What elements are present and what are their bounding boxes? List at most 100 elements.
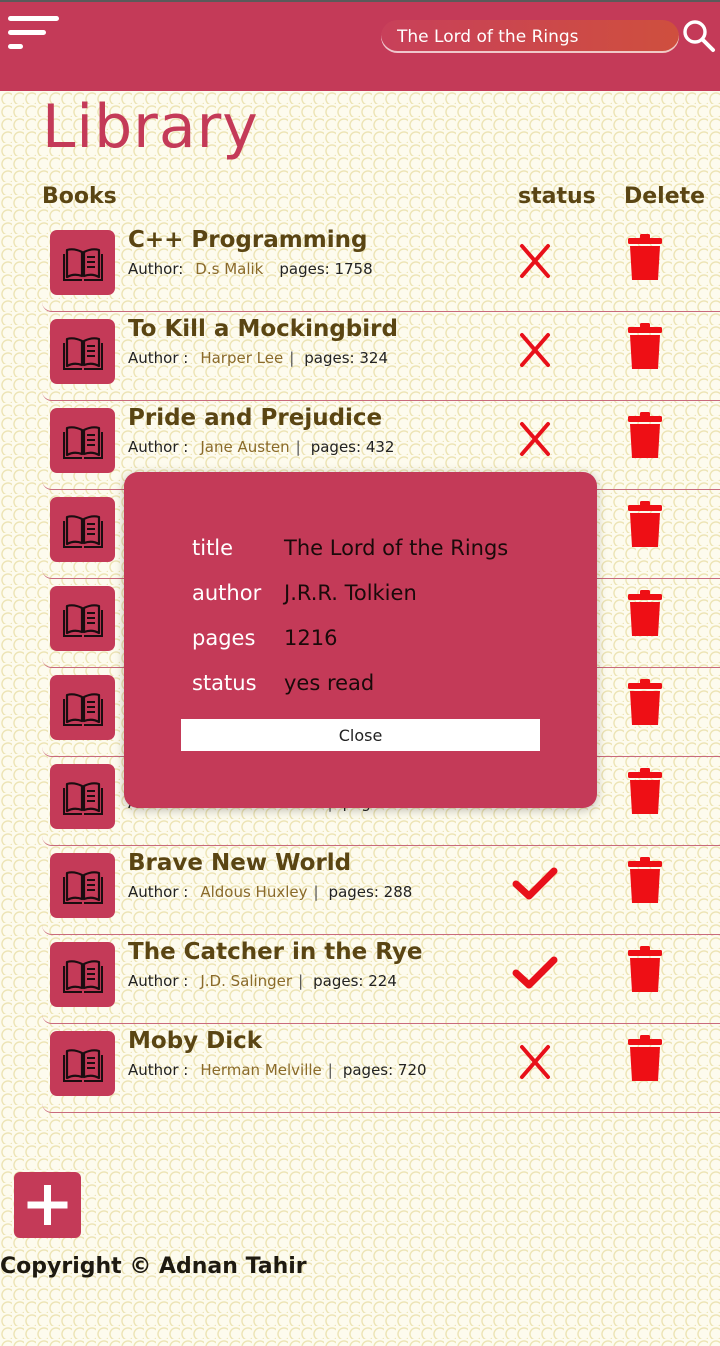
book-icon[interactable]: [50, 764, 115, 829]
book-row: To Kill a Mockingbird Author : Harper Lee |…: [42, 313, 720, 401]
modal-author-value: J.R.R. Tolkien: [284, 581, 417, 605]
book-meta: Author: D.s Malik pages: 1758: [128, 260, 373, 278]
delete-button[interactable]: [628, 679, 662, 725]
search-icon[interactable]: [682, 19, 716, 53]
book-title: C++ Programming: [128, 227, 368, 253]
delete-button[interactable]: [628, 768, 662, 814]
book-icon[interactable]: [50, 497, 115, 562]
delete-button[interactable]: [628, 412, 662, 458]
book-icon[interactable]: [50, 586, 115, 651]
open-book-icon: [63, 515, 103, 548]
book-row: The Catcher in the Rye Author : J.D. Salin…: [42, 936, 720, 1024]
trash-icon: [628, 501, 662, 547]
trash-icon: [628, 323, 662, 369]
plus-icon: [27, 1185, 68, 1225]
delete-button[interactable]: [628, 1035, 662, 1081]
author-label: Author:: [128, 260, 184, 278]
unread-status-toggle[interactable]: [512, 330, 558, 370]
delete-column-header: Delete: [624, 184, 706, 209]
cross-icon: [520, 244, 550, 278]
trash-icon: [628, 412, 662, 458]
unread-status-toggle[interactable]: [512, 419, 558, 459]
menu-icon[interactable]: [8, 16, 60, 54]
modal-pages-value: 1216: [284, 626, 338, 650]
read-status-toggle[interactable]: [512, 864, 558, 904]
book-row: C++ Programming Author: D.s Malik pages: 17…: [42, 224, 720, 312]
read-status-toggle[interactable]: [512, 953, 558, 993]
trash-icon: [628, 946, 662, 992]
trash-icon: [628, 234, 662, 280]
pages-count: pages: 324: [304, 349, 388, 367]
book-title: Moby Dick: [128, 1028, 263, 1054]
open-book-icon: [63, 426, 103, 459]
add-book-button[interactable]: [14, 1172, 81, 1238]
cross-icon: [520, 422, 550, 456]
book-row: Brave New World Author : Aldous Huxley | pag…: [42, 847, 720, 935]
open-book-icon: [63, 871, 103, 904]
author-name: Harper Lee: [200, 349, 284, 367]
book-row: Moby Dick Author : Herman Melville | pages: …: [42, 1025, 720, 1113]
modal-title-label: title: [192, 536, 234, 560]
pages-count: pages: 432: [310, 438, 395, 456]
author-label: Author :: [128, 349, 189, 367]
check-icon: [512, 867, 558, 900]
separator: |: [295, 438, 301, 456]
author-label: Author :: [128, 1061, 189, 1079]
copyright-text: Copyright © Adnan Tahir: [0, 1254, 307, 1279]
unread-status-toggle[interactable]: [512, 241, 558, 281]
check-icon: [512, 956, 558, 989]
book-meta: Author : J.D. Salinger | pages: 224: [128, 972, 397, 990]
delete-button[interactable]: [628, 501, 662, 547]
separator: |: [313, 883, 319, 901]
book-meta: Author : Aldous Huxley | pages: 288: [128, 883, 412, 901]
pages-count: pages: 1758: [279, 260, 373, 278]
delete-button[interactable]: [628, 234, 662, 280]
modal-pages-label: pages: [192, 626, 256, 650]
delete-button[interactable]: [628, 323, 662, 369]
author-label: Author :: [128, 883, 189, 901]
unread-status-toggle[interactable]: [512, 1042, 558, 1082]
close-button[interactable]: Close: [181, 719, 540, 751]
pages-count: pages: 720: [342, 1061, 427, 1079]
separator: |: [298, 972, 304, 990]
trash-icon: [628, 857, 662, 903]
book-icon[interactable]: [50, 230, 115, 295]
books-column-header: Books: [42, 184, 117, 209]
open-book-icon: [63, 782, 103, 815]
book-meta: Author : Harper Lee | pages: 324: [128, 349, 388, 367]
book-icon[interactable]: [50, 942, 115, 1007]
trash-icon: [628, 679, 662, 725]
book-icon[interactable]: [50, 408, 115, 473]
modal-title-value: The Lord of the Rings: [284, 536, 509, 560]
separator: |: [327, 1061, 333, 1079]
cross-icon: [520, 333, 550, 367]
book-meta: Author : Jane Austen | pages: 432: [128, 438, 394, 456]
open-book-icon: [63, 248, 103, 281]
trash-icon: [628, 1035, 662, 1081]
book-title: To Kill a Mockingbird: [128, 316, 398, 342]
book-meta: Author : Herman Melville | pages: 720: [128, 1061, 427, 1079]
author-label: Author :: [128, 972, 189, 990]
book-icon[interactable]: [50, 675, 115, 740]
modal-status-label: status: [192, 671, 257, 695]
modal-status-value: yes read: [284, 671, 375, 695]
page-title: Library: [42, 92, 259, 162]
book-icon[interactable]: [50, 853, 115, 918]
book-title: Pride and Prejudice: [128, 405, 383, 431]
trash-icon: [628, 768, 662, 814]
pages-count: pages: 224: [313, 972, 397, 990]
delete-button[interactable]: [628, 946, 662, 992]
author-name: D.s Malik: [195, 260, 264, 278]
cross-icon: [520, 1045, 550, 1079]
modal-author-label: author: [192, 581, 262, 605]
search-input[interactable]: [381, 20, 679, 53]
book-icon[interactable]: [50, 1031, 115, 1096]
status-column-header: status: [518, 184, 596, 209]
open-book-icon: [63, 960, 103, 993]
open-book-icon: [63, 693, 103, 726]
delete-button[interactable]: [628, 857, 662, 903]
book-icon[interactable]: [50, 319, 115, 384]
book-title: The Catcher in the Rye: [128, 939, 423, 965]
author-name: Jane Austen: [200, 438, 290, 456]
delete-button[interactable]: [628, 590, 662, 636]
